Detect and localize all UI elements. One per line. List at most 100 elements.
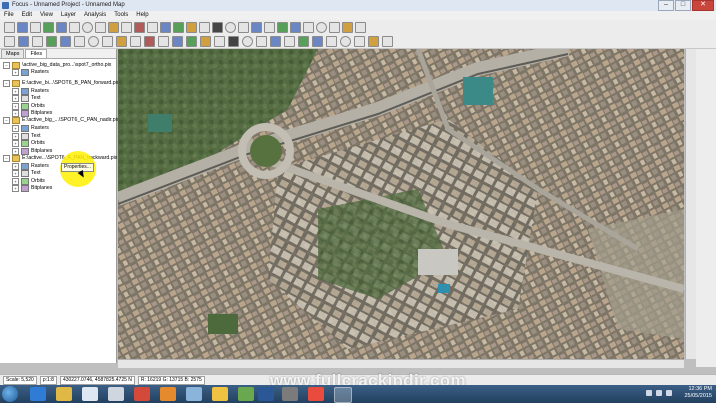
- expand-toggle-icon[interactable]: −: [3, 155, 10, 162]
- expand-toggle-icon[interactable]: +: [12, 178, 19, 185]
- save-icon[interactable]: [284, 36, 295, 47]
- map-view[interactable]: [118, 49, 684, 359]
- menu-tools[interactable]: Tools: [110, 11, 132, 20]
- pan-icon[interactable]: [329, 22, 340, 33]
- expand-toggle-icon[interactable]: −: [3, 117, 10, 124]
- menu-file[interactable]: File: [0, 11, 18, 20]
- layer-icon[interactable]: [290, 22, 301, 33]
- explorer-icon[interactable]: [56, 387, 72, 401]
- tab-maps[interactable]: Maps: [1, 49, 25, 58]
- open-icon[interactable]: [251, 22, 262, 33]
- clip-icon[interactable]: [212, 22, 223, 33]
- ie-icon[interactable]: [30, 387, 46, 401]
- layer-icon[interactable]: [312, 36, 323, 47]
- tree-item[interactable]: + Rasters: [12, 69, 49, 76]
- tree-item[interactable]: + Rasters: [12, 125, 49, 132]
- tree-item[interactable]: − E:\active_big_...\SPOT6_C_PAN_nadir.pix: [3, 117, 119, 124]
- save-icon[interactable]: [30, 22, 41, 33]
- tree-item[interactable]: + Rasters: [12, 163, 49, 170]
- save-icon[interactable]: [32, 36, 43, 47]
- media-icon[interactable]: [134, 387, 150, 401]
- flag-icon[interactable]: [646, 390, 652, 396]
- tree-item[interactable]: + Bitplanes: [12, 148, 52, 155]
- measure-icon[interactable]: [382, 36, 393, 47]
- tree-item[interactable]: + Orbits: [12, 140, 45, 147]
- menu-edit[interactable]: Edit: [18, 11, 36, 20]
- app-icon-blue[interactable]: [186, 387, 202, 401]
- new-icon[interactable]: [4, 22, 15, 33]
- print-icon[interactable]: [43, 22, 54, 33]
- zoom-in-icon[interactable]: [303, 22, 314, 33]
- open-icon[interactable]: [270, 36, 281, 47]
- tree-item[interactable]: + Orbits: [12, 178, 45, 185]
- zoom-out-icon[interactable]: [340, 36, 351, 47]
- vector-icon[interactable]: [225, 22, 236, 33]
- context-menu-item-properties[interactable]: Properties...: [61, 163, 94, 172]
- vector-icon[interactable]: [242, 36, 253, 47]
- tree-item[interactable]: − \active_big_data_pro...\spot7_ortho.pix: [3, 62, 111, 69]
- vertical-scrollbar[interactable]: [685, 49, 696, 359]
- start-button[interactable]: [2, 386, 18, 402]
- tree-item[interactable]: + Text: [12, 170, 41, 177]
- refresh-icon[interactable]: [199, 22, 210, 33]
- pan-icon[interactable]: [95, 22, 106, 33]
- table-icon[interactable]: [172, 36, 183, 47]
- menu-layer[interactable]: Layer: [57, 11, 80, 20]
- clock[interactable]: 12:36 PM 25/05/2015: [684, 386, 712, 400]
- tree-item[interactable]: + Rasters: [12, 88, 49, 95]
- table-icon[interactable]: [160, 22, 171, 33]
- select-icon[interactable]: [342, 22, 353, 33]
- zoom-out-icon[interactable]: [88, 36, 99, 47]
- zoom-in-icon[interactable]: [69, 22, 80, 33]
- new-icon[interactable]: [238, 22, 249, 33]
- open-icon[interactable]: [17, 22, 28, 33]
- pan-icon[interactable]: [354, 36, 365, 47]
- print-icon[interactable]: [46, 36, 57, 47]
- settings-icon[interactable]: [158, 36, 169, 47]
- tree-item[interactable]: + Bitplanes: [12, 110, 52, 117]
- tree-item[interactable]: + Orbits: [12, 103, 45, 110]
- maximize-button[interactable]: □: [675, 0, 691, 11]
- open-icon[interactable]: [18, 36, 29, 47]
- menu-analysis[interactable]: Analysis: [80, 11, 110, 20]
- chart-icon[interactable]: [186, 36, 197, 47]
- tree-item[interactable]: + Text: [12, 95, 41, 102]
- info-icon[interactable]: [134, 22, 145, 33]
- app-icon-gray[interactable]: [282, 387, 298, 401]
- new-icon[interactable]: [256, 36, 267, 47]
- menu-help[interactable]: Help: [132, 11, 152, 20]
- select-icon[interactable]: [108, 22, 119, 33]
- help-icon[interactable]: [186, 22, 197, 33]
- zoom-in-icon[interactable]: [326, 36, 337, 47]
- close-button[interactable]: ✕: [692, 0, 714, 11]
- tree-item[interactable]: − E:\active_bi...\SPOT6_B_PAN_forward.pix: [3, 80, 119, 87]
- measure-icon[interactable]: [130, 36, 141, 47]
- network-icon[interactable]: [108, 387, 124, 401]
- expand-toggle-icon[interactable]: −: [3, 80, 10, 87]
- info-icon[interactable]: [144, 36, 155, 47]
- settings-icon[interactable]: [147, 22, 158, 33]
- new-icon[interactable]: [4, 36, 15, 47]
- chart-icon[interactable]: [173, 22, 184, 33]
- expand-toggle-icon[interactable]: +: [12, 163, 19, 170]
- layer-icon[interactable]: [60, 36, 71, 47]
- menu-view[interactable]: View: [36, 11, 57, 20]
- minimize-button[interactable]: –: [658, 0, 674, 11]
- expand-toggle-icon[interactable]: +: [12, 95, 19, 102]
- app-icon-red[interactable]: [308, 387, 324, 401]
- document-icon[interactable]: [82, 387, 98, 401]
- app-icon-yellow[interactable]: [212, 387, 228, 401]
- tree-item[interactable]: + Text: [12, 133, 41, 140]
- expand-toggle-icon[interactable]: −: [3, 62, 10, 69]
- word-icon[interactable]: [258, 387, 274, 401]
- help-icon[interactable]: [200, 36, 211, 47]
- save-icon[interactable]: [264, 22, 275, 33]
- focus-app-icon[interactable]: [334, 387, 352, 403]
- horizontal-scrollbar[interactable]: [118, 359, 684, 368]
- expand-toggle-icon[interactable]: +: [12, 148, 19, 155]
- expand-toggle-icon[interactable]: +: [12, 69, 19, 76]
- expand-toggle-icon[interactable]: +: [12, 140, 19, 147]
- select-icon[interactable]: [368, 36, 379, 47]
- expand-toggle-icon[interactable]: +: [12, 88, 19, 95]
- measure-icon[interactable]: [355, 22, 366, 33]
